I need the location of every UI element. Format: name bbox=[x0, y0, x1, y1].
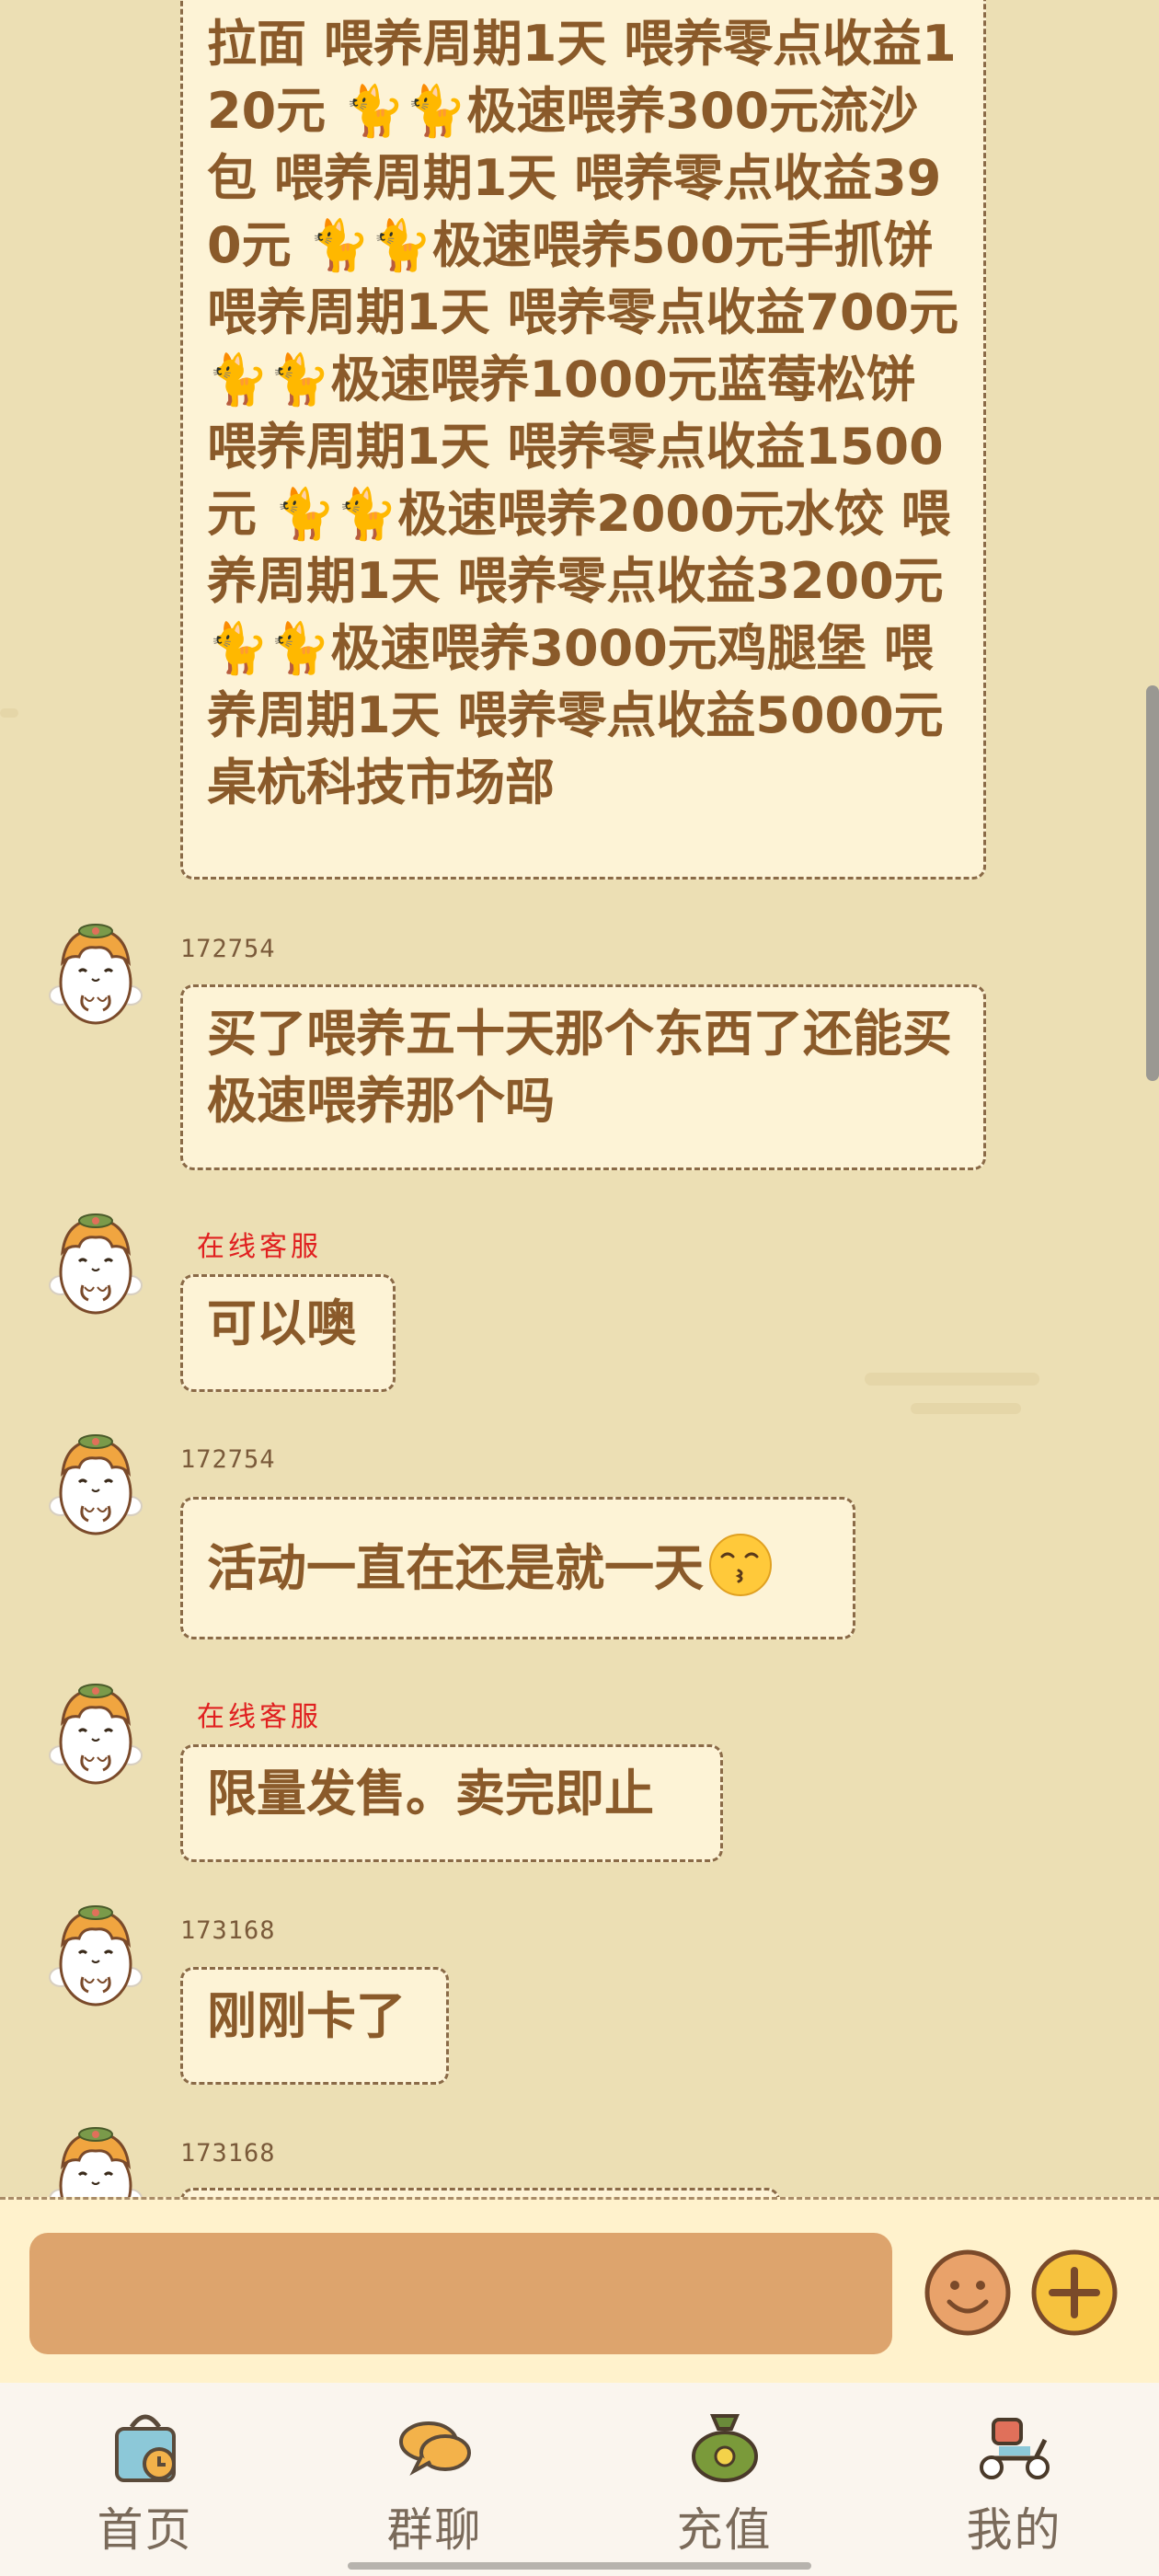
username: 173168 bbox=[180, 1916, 276, 1945]
hamster-avatar-icon[interactable] bbox=[42, 1900, 149, 2012]
nav-item-home[interactable]: 首页 bbox=[0, 2383, 290, 2576]
message-input-bar bbox=[0, 2197, 1159, 2383]
message-text: 拉面 喂养周期1天 喂养零点收益120元 🐈🐈极速喂养300元流沙包 喂养周期1… bbox=[207, 15, 959, 811]
scrollbar[interactable] bbox=[1146, 685, 1159, 1081]
message-text: 活动一直在还是就一天 bbox=[207, 1539, 704, 1597]
hamster-avatar-icon[interactable] bbox=[42, 2122, 149, 2197]
message-bubble: 活动一直在还是就一天 bbox=[180, 1497, 855, 1639]
add-plus-icon[interactable] bbox=[1030, 2248, 1119, 2337]
hamster-avatar-icon[interactable] bbox=[42, 1208, 149, 1320]
bottom-navigation: 首页 群聊 充值 我的 bbox=[0, 2383, 1159, 2576]
message-bubble: 拉面 喂养周期1天 喂养零点收益120元 🐈🐈极速喂养300元流沙包 喂养周期1… bbox=[180, 0, 986, 880]
message-text: 可以噢 bbox=[207, 1294, 356, 1352]
app-root: 拉面 喂养周期1天 喂养零点收益120元 🐈🐈极速喂养300元流沙包 喂养周期1… bbox=[0, 0, 1159, 2576]
message-text: 买了喂养五十天那个东西了还能买极速喂养那个吗 bbox=[207, 1005, 952, 1130]
nav-item-recharge[interactable]: 充值 bbox=[580, 2383, 869, 2576]
chat-area[interactable]: 拉面 喂养周期1天 喂养零点收益120元 🐈🐈极速喂养300元流沙包 喂养周期1… bbox=[0, 0, 1159, 2197]
scooter-icon bbox=[979, 2418, 1050, 2479]
message-text: 限量发售。卖完即止 bbox=[207, 1765, 654, 1823]
message-bubble: 可以噢 bbox=[180, 1274, 396, 1392]
money-bag-icon bbox=[691, 2414, 758, 2482]
username: 173168 bbox=[180, 2139, 276, 2168]
emoji-icon[interactable] bbox=[924, 2248, 1012, 2337]
username-service: 在线客服 bbox=[197, 1701, 322, 1733]
kissing-face-emoji-icon bbox=[709, 1534, 772, 1597]
shopping-bag-icon bbox=[114, 2414, 176, 2482]
nav-label: 首页 bbox=[97, 2503, 193, 2557]
bg-decoration bbox=[0, 708, 18, 718]
nav-label: 我的 bbox=[966, 2503, 1062, 2557]
hamster-avatar-icon[interactable] bbox=[42, 918, 149, 1030]
hamster-avatar-icon[interactable] bbox=[42, 1678, 149, 1790]
message-bubble: 限量发售。卖完即止 bbox=[180, 1744, 723, 1862]
hamster-avatar-icon[interactable] bbox=[42, 1429, 149, 1541]
username: 172754 bbox=[180, 1445, 276, 1474]
home-indicator[interactable] bbox=[348, 2562, 811, 2570]
chat-bubbles-icon bbox=[398, 2421, 471, 2476]
message-bubble bbox=[180, 2188, 780, 2197]
message-input[interactable] bbox=[29, 2233, 892, 2354]
bg-decoration bbox=[911, 1403, 1021, 1414]
nav-item-profile[interactable]: 我的 bbox=[869, 2383, 1159, 2576]
username-service: 在线客服 bbox=[197, 1231, 322, 1263]
message-bubble: 买了喂养五十天那个东西了还能买极速喂养那个吗 bbox=[180, 984, 986, 1170]
nav-item-group-chat[interactable]: 群聊 bbox=[290, 2383, 580, 2576]
nav-label: 充值 bbox=[676, 2503, 773, 2557]
username: 172754 bbox=[180, 935, 276, 963]
message-text: 刚刚卡了 bbox=[207, 1987, 406, 2045]
bg-decoration bbox=[865, 1373, 1039, 1386]
nav-label: 群聊 bbox=[386, 2503, 483, 2557]
message-bubble: 刚刚卡了 bbox=[180, 1967, 449, 2085]
